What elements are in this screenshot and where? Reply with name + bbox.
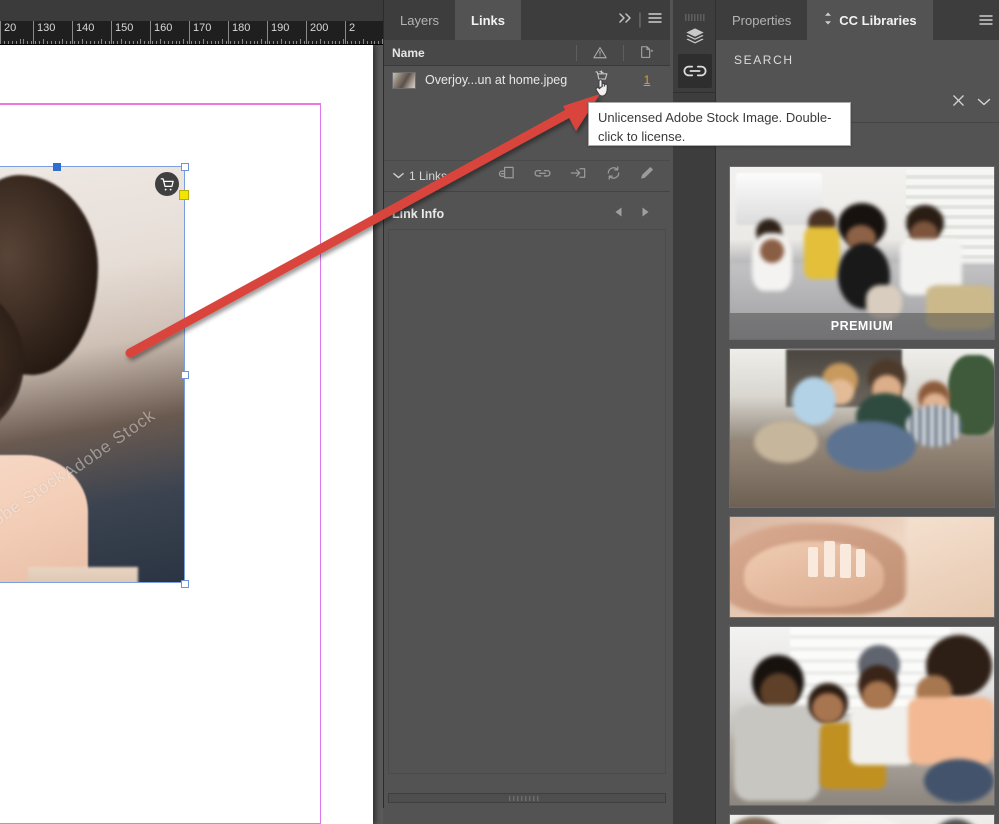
tab-links-label: Links [471,12,505,28]
tab-properties-label: Properties [732,12,792,28]
chevron-down-icon[interactable] [977,94,991,112]
panel-menu-icon[interactable] [979,0,999,40]
ruler-label: 2 [349,22,356,34]
stock-thumbnail [730,517,994,617]
chevron-down-icon[interactable] [392,167,405,185]
list-item[interactable]: PREMIUM [729,166,995,340]
tab-cc-libraries[interactable]: CC Libraries [807,0,933,40]
placed-stock-image[interactable]: Adobe Stock Adobe Stock Adobe Stock Adob… [0,167,184,582]
document-canvas[interactable]: Adobe Stock Adobe Stock Adobe Stock Adob… [0,0,383,824]
corner-radius-handle[interactable] [179,190,189,200]
list-item[interactable] [729,348,995,508]
list-item[interactable] [729,516,995,618]
links-toolbar-icons [497,165,670,187]
ruler-label: 200 [310,22,329,34]
stock-thumbnail [730,627,994,805]
relink-all-icon[interactable] [605,165,622,186]
ruler-label: 160 [154,22,173,34]
update-link-icon[interactable] [569,165,588,186]
ruler-label: 130 [37,22,56,34]
image-content-jeans-2 [28,567,138,582]
tooltip: Unlicensed Adobe Stock Image. Double-cli… [588,102,851,146]
link-page-number[interactable]: 1 [624,73,670,87]
horizontal-ruler[interactable]: 20 130 140 150 160 170 180 190 200 2 [0,21,383,45]
ruler-label: 190 [271,22,290,34]
go-to-link-icon[interactable] [533,166,552,185]
shopping-cart-icon[interactable] [155,172,179,196]
column-header-name: Name [392,45,425,60]
ruler-label: 20 [4,22,17,34]
link-name-label: Overjoy...un at home.jpeg [425,73,568,87]
links-tabbar-controls: | [618,0,670,40]
link-icon[interactable] [678,54,712,88]
links-column-header: Name [384,40,670,66]
image-content-shirt [0,455,88,582]
sync-icon [823,12,833,28]
links-count-label: 1 Links [409,168,448,183]
table-row[interactable]: Overjoy...un at home.jpeg 1 [384,66,670,97]
tooltip-text: Unlicensed Adobe Stock Image. Double-cli… [598,110,832,144]
ruler-label: 180 [232,22,251,34]
warning-triangle-icon[interactable] [577,46,623,59]
stock-thumbnail [730,349,994,507]
list-item[interactable] [729,814,995,824]
tab-layers[interactable]: Layers [384,0,455,40]
close-icon[interactable] [952,94,965,112]
page-icon[interactable] [624,45,670,60]
ruler-label: 170 [193,22,212,34]
list-item[interactable] [729,626,995,806]
premium-badge: PREMIUM [730,313,994,339]
panel-divider [384,191,670,192]
drag-grip-icon[interactable] [685,8,705,21]
cc-panel-tabbar: Properties CC Libraries [716,0,999,40]
cc-search-controls [952,94,991,112]
stock-thumbnail [730,815,994,824]
triangle-left-icon[interactable] [614,205,623,223]
dock-divider [673,92,716,93]
link-info-title: Link Info [392,207,445,221]
link-info-header[interactable]: Link Info [384,199,670,229]
links-toolbar: 1 Links [384,160,670,190]
relink-icon[interactable] [497,165,516,187]
hand-cursor-icon [594,77,612,104]
triangle-right-icon[interactable] [641,205,650,223]
tab-properties[interactable]: Properties [716,0,807,40]
links-panel-tabbar: Layers Links | [384,0,670,40]
layers-icon[interactable] [678,20,712,54]
ruler-label: 150 [115,22,134,34]
resize-grip-icon[interactable] [388,793,666,803]
link-thumbnail [392,71,416,89]
panel-menu-icon[interactable] [648,11,662,29]
ruler-label: 140 [76,22,95,34]
tab-layers-label: Layers [400,12,440,28]
link-info-nav [614,205,670,223]
chevrons-right-icon[interactable] [618,11,632,29]
search-label: SEARCH [734,53,794,67]
cc-search-results[interactable]: PREMIUM [716,166,999,824]
stock-thumbnail: PREMIUM [730,167,994,339]
adobe-stock-watermark: Adobe Stock [60,405,159,483]
app-window: Adobe Stock Adobe Stock Adobe Stock Adob… [0,0,999,824]
tab-cc-libraries-label: CC Libraries [839,12,917,28]
tab-links[interactable]: Links [455,0,521,40]
link-status-cell[interactable] [578,70,624,97]
link-info-body [388,229,666,774]
ruler-tick-marks [0,38,383,44]
edit-original-icon[interactable] [639,165,656,186]
